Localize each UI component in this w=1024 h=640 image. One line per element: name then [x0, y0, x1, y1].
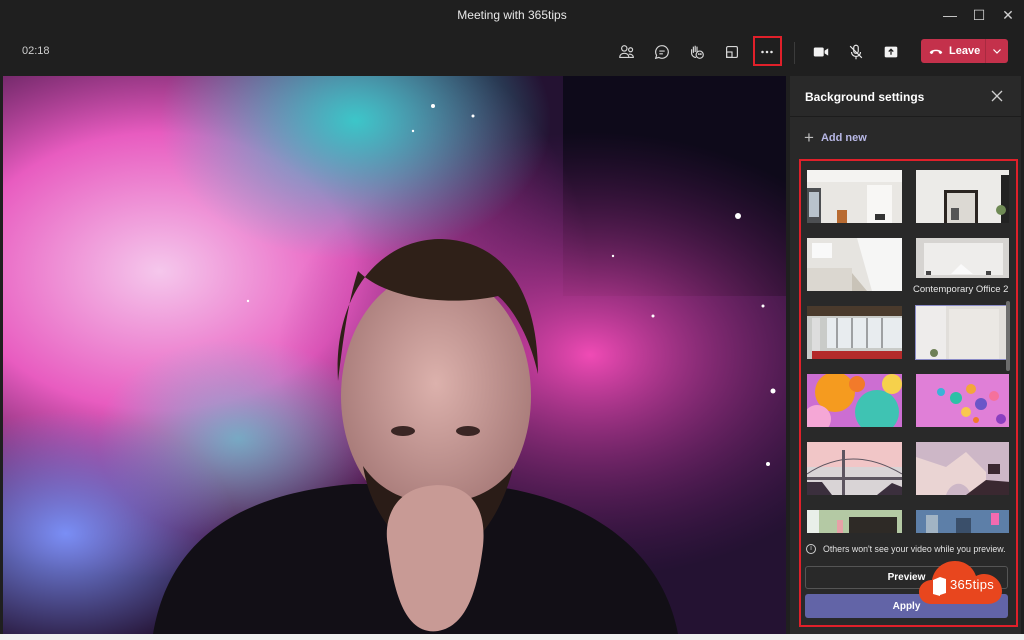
thumbnail-image — [807, 374, 902, 427]
thumbnail-image — [807, 238, 902, 291]
background-thumbnail-rock-arch[interactable] — [916, 442, 1009, 495]
mic-off-icon — [849, 44, 863, 60]
background-thumbnail-office-bright-1[interactable] — [807, 170, 902, 223]
thumbnail-image — [807, 306, 902, 359]
background-thumbnail-office-loft[interactable] — [807, 306, 902, 359]
desktop-strip — [0, 634, 1024, 640]
gallery-scrollbar[interactable] — [1006, 301, 1010, 371]
reactions-button[interactable] — [685, 40, 709, 64]
thumbnail-image — [916, 306, 1009, 359]
chat-icon — [654, 45, 669, 60]
thumbnail-image — [916, 238, 1009, 278]
hang-up-icon — [929, 49, 943, 55]
background-thumbnail-bridge[interactable] — [807, 442, 902, 495]
chat-button[interactable] — [650, 40, 674, 64]
share-tray-icon — [726, 46, 738, 58]
meeting-timer: 02:18 — [22, 45, 50, 57]
thumbnail-image — [807, 510, 902, 533]
preview-info: i Others won't see your video while you … — [806, 544, 1016, 554]
meeting-toolbar: 02:18 Leave — [0, 30, 1024, 74]
video-feed — [3, 76, 786, 634]
background-thumbnail-contemporary-office-2[interactable] — [916, 238, 1009, 278]
maximize-button[interactable]: ☐ — [968, 5, 990, 25]
teams-meeting-window: Meeting with 365tips — ☐ ✕ 02:18 Leave B… — [0, 0, 1024, 640]
camera-button[interactable] — [809, 40, 833, 64]
365tips-watermark: 365tips — [918, 558, 1004, 606]
info-icon: i — [806, 544, 816, 554]
camera-icon — [813, 47, 829, 57]
minimize-button[interactable]: — — [939, 5, 961, 25]
background-gallery: Contemporary Office 2 — [804, 166, 1009, 533]
add-new-background-button[interactable]: + Add new — [804, 128, 867, 147]
thumbnail-image — [916, 442, 1009, 495]
background-thumbnail-pink-spheres[interactable] — [916, 374, 1009, 427]
video-frame — [3, 76, 786, 634]
thumbnail-image — [807, 170, 902, 223]
panel-title: Background settings — [805, 90, 925, 104]
thumbnail-image — [916, 374, 1009, 427]
thumbnail-image — [916, 510, 1009, 533]
toolbar-divider — [794, 42, 795, 64]
background-thumbnail-white-room[interactable] — [915, 305, 1009, 360]
background-thumbnail-colorful-spheres[interactable] — [807, 374, 902, 427]
leave-label: Leave — [949, 45, 981, 57]
title-bar: Meeting with 365tips — ☐ ✕ — [0, 0, 1024, 30]
background-thumbnail-office-mirror[interactable] — [916, 170, 1009, 223]
plus-icon: + — [804, 128, 814, 147]
add-new-label: Add new — [820, 132, 867, 144]
background-thumbnail-classroom[interactable] — [807, 510, 902, 533]
panel-divider — [790, 116, 1021, 117]
leave-split-divider — [985, 39, 986, 63]
reactions-icon — [691, 45, 704, 59]
thumbnail-hover-label: Contemporary Office 2 — [913, 284, 1009, 295]
background-settings-panel: Background settings + Add new Contempora… — [790, 76, 1021, 634]
leave-button[interactable]: Leave — [921, 39, 1008, 63]
share-screen-button[interactable] — [879, 40, 903, 64]
people-icon — [619, 45, 634, 58]
thumbnail-image — [807, 442, 902, 495]
more-options-highlight — [753, 36, 782, 66]
thumbnail-image — [916, 170, 1009, 223]
share-screen-icon — [884, 46, 898, 58]
background-thumbnail-lab[interactable] — [916, 510, 1009, 533]
window-title: Meeting with 365tips — [457, 8, 567, 22]
close-panel-icon[interactable] — [988, 87, 1006, 105]
preview-info-text: Others won't see your video while you pr… — [823, 544, 1006, 554]
watermark-text: 365tips — [950, 577, 995, 592]
mic-button[interactable] — [844, 40, 868, 64]
background-thumbnail-office-white-stairs[interactable] — [807, 238, 902, 291]
participants-button[interactable] — [615, 40, 639, 64]
close-window-button[interactable]: ✕ — [997, 5, 1019, 25]
chevron-down-icon[interactable] — [991, 45, 1003, 57]
background-gallery-highlight: Contemporary Office 2 i Others won't see… — [799, 159, 1018, 627]
share-tray-button[interactable] — [720, 40, 744, 64]
